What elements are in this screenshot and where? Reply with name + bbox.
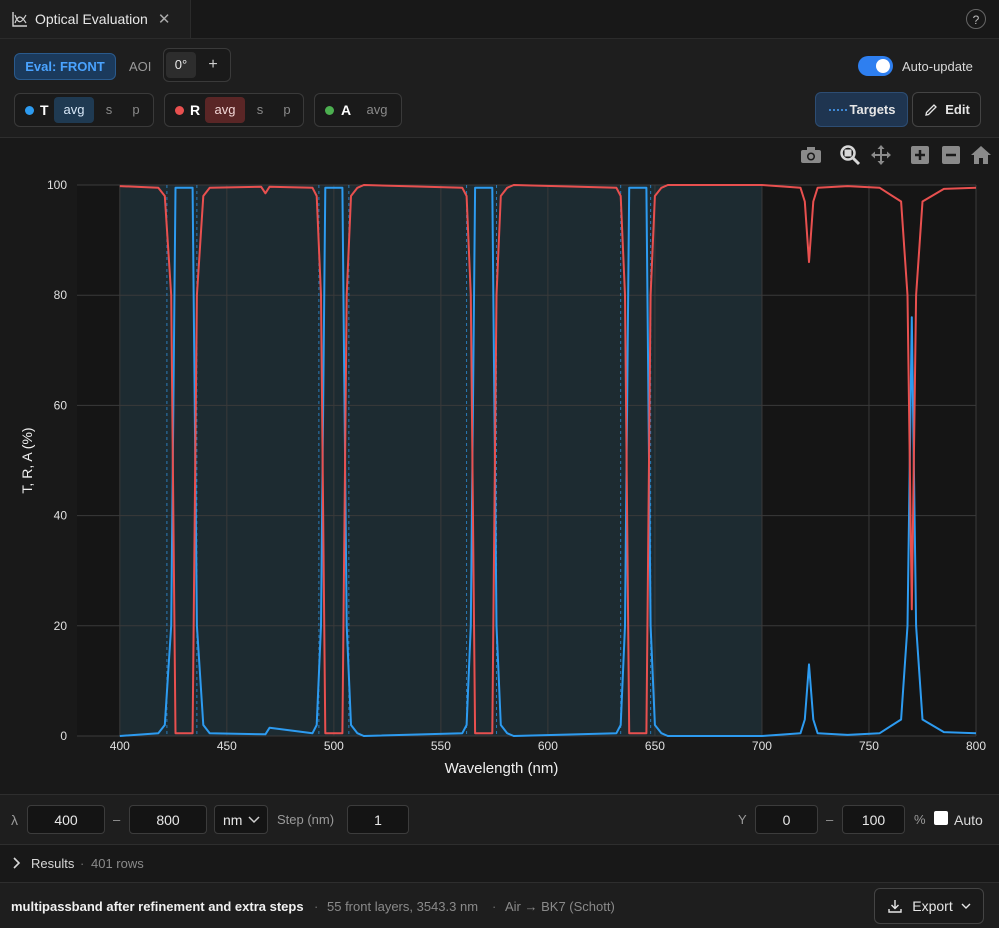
targets-button[interactable]: Targets: [815, 92, 908, 127]
lambda-label: λ: [11, 812, 18, 828]
y-tick-label: 80: [54, 288, 68, 302]
unit-select[interactable]: nm: [214, 805, 268, 834]
r-mode-p[interactable]: p: [277, 97, 297, 123]
y-max-input[interactable]: 100: [842, 805, 905, 834]
y-min-input[interactable]: 0: [755, 805, 818, 834]
chevron-down-icon: [248, 816, 260, 824]
t-color-dot: [25, 106, 34, 115]
add-aoi-button[interactable]: +: [203, 52, 223, 78]
download-icon: [888, 900, 902, 913]
y-axis-label: T, R, A (%): [19, 427, 35, 493]
export-label: Export: [912, 898, 953, 914]
x-tick-label: 550: [431, 739, 451, 753]
results-row[interactable]: [0, 844, 999, 882]
edit-button[interactable]: Edit: [912, 92, 981, 127]
x-tick-label: 450: [217, 739, 237, 753]
layer-summary: 55 front layers, 3543.3 nm: [327, 899, 479, 914]
auto-update-label: Auto-update: [902, 59, 973, 74]
y-unit-label: %: [914, 812, 926, 827]
r-mode-s[interactable]: s: [250, 97, 270, 123]
x-tick-label: 650: [645, 739, 665, 753]
y-tick-label: 100: [47, 178, 67, 192]
y-tick-label: 20: [54, 619, 68, 633]
lambda-max-input[interactable]: 800: [129, 805, 207, 834]
chart-divider: [0, 794, 999, 795]
chart-icon: [12, 12, 27, 27]
range-dash: –: [113, 812, 121, 827]
r-mode-avg[interactable]: avg: [205, 97, 245, 123]
auto-update-toggle[interactable]: [858, 56, 893, 76]
y-tick-label: 40: [54, 509, 68, 523]
aoi-value-chip[interactable]: 0°: [166, 52, 196, 78]
x-tick-label: 500: [324, 739, 344, 753]
x-axis-label: Wavelength (nm): [445, 760, 559, 777]
r-color-dot: [175, 106, 184, 115]
step-label: Step (nm): [277, 812, 335, 827]
export-button[interactable]: Export: [874, 888, 984, 924]
dotted-line-icon: [828, 108, 847, 111]
a-color-dot: [325, 106, 334, 115]
tab-title: Optical Evaluation: [35, 11, 148, 27]
chevron-right-icon[interactable]: [12, 857, 22, 869]
x-tick-label: 800: [966, 739, 986, 753]
results-row-count: 401 rows: [91, 856, 144, 871]
auto-label: Auto: [954, 812, 983, 828]
lambda-min-input[interactable]: 400: [27, 805, 105, 834]
auto-checkbox[interactable]: [934, 811, 948, 825]
t-series-label[interactable]: T: [40, 102, 49, 118]
results-sep: ·: [80, 856, 85, 871]
design-name: multipassband after refinement and extra…: [11, 899, 304, 914]
x-tick-label: 750: [859, 739, 879, 753]
y-tick-label: 60: [54, 398, 68, 412]
close-icon[interactable]: ✕: [158, 10, 171, 28]
x-tick-label: 600: [538, 739, 558, 753]
help-button[interactable]: ?: [966, 9, 986, 29]
status-sep-2: ·: [492, 899, 497, 914]
y-range-label: Y: [738, 812, 747, 827]
y-tick-label: 0: [60, 729, 67, 743]
pencil-icon: [925, 103, 938, 116]
edit-label: Edit: [945, 102, 970, 117]
tab-optical-evaluation[interactable]: Optical Evaluation ✕: [0, 0, 191, 38]
toggle-knob: [876, 59, 890, 73]
eval-side-button[interactable]: Eval: FRONT: [14, 53, 116, 80]
aoi-label: AOI: [129, 59, 152, 74]
unit-value: nm: [223, 812, 243, 828]
t-mode-p[interactable]: p: [126, 97, 146, 123]
status-sep-1: ·: [314, 899, 319, 914]
a-mode-avg[interactable]: avg: [358, 97, 396, 123]
t-mode-avg[interactable]: avg: [54, 97, 94, 123]
y-range-dash: –: [826, 812, 834, 827]
x-tick-label: 700: [752, 739, 772, 753]
targets-label: Targets: [849, 102, 896, 117]
t-mode-s[interactable]: s: [99, 97, 119, 123]
chevron-down-icon: [961, 903, 971, 909]
x-tick-label: 400: [110, 739, 130, 753]
media-summary: Air → BK7 (Schott): [505, 899, 615, 914]
step-input[interactable]: 1: [347, 805, 409, 834]
r-series-label[interactable]: R: [190, 102, 200, 118]
a-series-label[interactable]: A: [341, 102, 351, 118]
spectrum-chart[interactable]: 400 450 500 550 600 650 700 750 800 0 20 40 60 80 100 W…: [0, 138, 999, 794]
results-label[interactable]: Results: [31, 856, 74, 871]
